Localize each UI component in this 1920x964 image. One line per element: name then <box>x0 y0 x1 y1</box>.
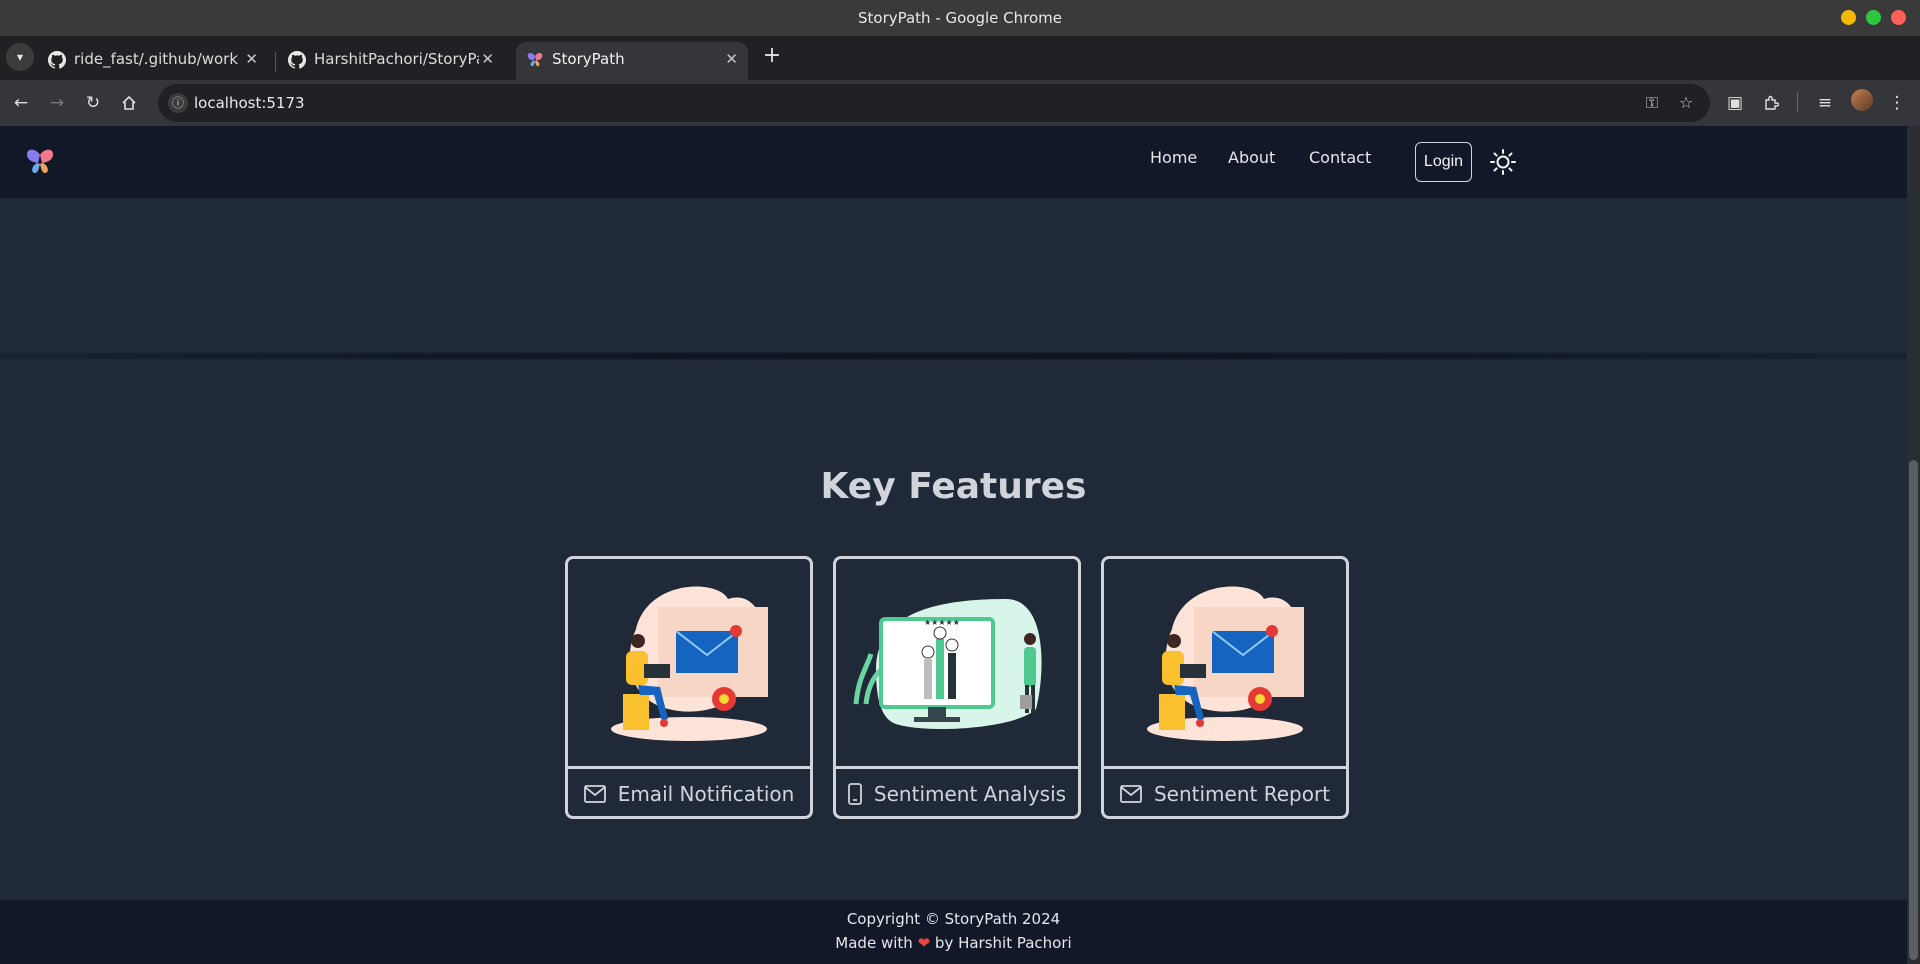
card-label: Sentiment Analysis <box>873 782 1067 806</box>
media-icon[interactable]: ≡ <box>1812 90 1838 116</box>
forward-icon[interactable]: → <box>44 90 70 116</box>
browser-toolbar: ← → ↻ ⓘ localhost:5173 ⚿ ☆ ▣ ≡ ⋮ <box>0 80 1920 126</box>
feature-card-sentiment-analysis[interactable]: ★★★★★ Sentiment Analysis <box>833 556 1081 819</box>
nav-link-about[interactable]: About <box>1228 148 1275 167</box>
site-footer: Copyright © StoryPath 2024 Made with ❤ b… <box>0 900 1907 964</box>
tab-search-icon[interactable]: ▣ <box>1722 90 1748 116</box>
nav-link-home[interactable]: Home <box>1150 148 1197 167</box>
tab-storypath[interactable]: StoryPath ✕ <box>516 42 748 80</box>
author-text: by Harshit Pachori <box>934 934 1072 952</box>
sun-icon[interactable] <box>1489 148 1517 176</box>
tab-github-workflow[interactable]: ride_fast/.github/work ✕ <box>38 42 268 80</box>
heart-icon: ❤ <box>917 934 931 952</box>
tab-separator <box>275 52 276 72</box>
close-window-button[interactable] <box>1891 10 1906 25</box>
page-viewport: Home About Contact Login Key Features Em… <box>0 126 1907 964</box>
card-caption: Email Notification <box>568 772 810 816</box>
menu-icon[interactable]: ⋮ <box>1884 90 1910 116</box>
butterfly-logo-icon <box>527 53 543 67</box>
nav-link-contact[interactable]: Contact <box>1309 148 1371 167</box>
extensions-icon[interactable] <box>1758 90 1784 116</box>
toolbar-separator <box>1797 92 1798 112</box>
tab-title: StoryPath <box>552 50 625 68</box>
close-tab-icon[interactable]: ✕ <box>481 42 494 76</box>
butterfly-logo-icon[interactable] <box>24 146 56 178</box>
card-caption: Sentiment Analysis <box>836 772 1078 816</box>
back-icon[interactable]: ← <box>8 90 34 116</box>
login-button[interactable]: Login <box>1415 142 1472 182</box>
key-features-title: Key Features <box>820 466 1087 507</box>
phone-icon <box>848 783 862 805</box>
copyright-text: Copyright © StoryPath 2024 <box>846 910 1061 928</box>
site-navbar: Home About Contact Login <box>0 126 1907 198</box>
new-tab-button[interactable]: + <box>757 42 787 72</box>
close-tab-icon[interactable]: ✕ <box>245 42 258 76</box>
made-with-line: Made with ❤ by Harshit Pachori <box>0 934 1907 952</box>
window-title: StoryPath - Google Chrome <box>857 9 1063 27</box>
close-tab-icon[interactable]: ✕ <box>725 42 738 76</box>
github-icon <box>288 51 306 69</box>
tab-title: HarshitPachori/StoryPa <box>314 50 479 68</box>
card-caption: Sentiment Report <box>1104 772 1346 816</box>
feature-card-sentiment-report[interactable]: Sentiment Report <box>1101 556 1349 819</box>
report-illustration <box>1104 559 1346 769</box>
made-with-text: Made with <box>835 934 913 952</box>
page-scrollbar[interactable] <box>1907 126 1920 964</box>
maximize-button[interactable] <box>1866 10 1881 25</box>
card-label: Email Notification <box>617 782 795 806</box>
email-illustration <box>568 559 810 769</box>
tab-strip: ▾ ride_fast/.github/work ✕ HarshitPachor… <box>0 36 1920 80</box>
mail-icon <box>1120 785 1142 803</box>
star-icon[interactable]: ☆ <box>1676 93 1696 113</box>
key-icon[interactable]: ⚿ <box>1642 93 1662 113</box>
url-text[interactable]: localhost:5173 <box>194 84 305 122</box>
window-titlebar: StoryPath - Google Chrome <box>0 0 1920 36</box>
tab-github-repo[interactable]: HarshitPachori/StoryPa ✕ <box>278 42 504 80</box>
section-divider <box>0 352 1907 360</box>
profile-avatar[interactable] <box>1851 89 1873 111</box>
svg-text:★★★★★: ★★★★★ <box>924 618 960 627</box>
tab-list-dropdown-icon[interactable]: ▾ <box>6 43 34 71</box>
github-icon <box>48 51 66 69</box>
minimize-button[interactable] <box>1841 10 1856 25</box>
sentiment-analysis-illustration: ★★★★★ <box>836 559 1078 769</box>
card-label: Sentiment Report <box>1153 782 1331 806</box>
tab-title: ride_fast/.github/work <box>74 50 239 68</box>
mail-icon <box>583 785 606 803</box>
feature-card-email-notification[interactable]: Email Notification <box>565 556 813 819</box>
window-controls <box>1841 10 1906 25</box>
home-icon[interactable] <box>116 90 142 116</box>
site-info-icon[interactable]: ⓘ <box>168 93 188 113</box>
reload-icon[interactable]: ↻ <box>80 90 106 116</box>
scrollbar-thumb[interactable] <box>1909 460 1918 960</box>
address-bar[interactable]: ⓘ localhost:5173 ⚿ ☆ <box>158 84 1710 122</box>
